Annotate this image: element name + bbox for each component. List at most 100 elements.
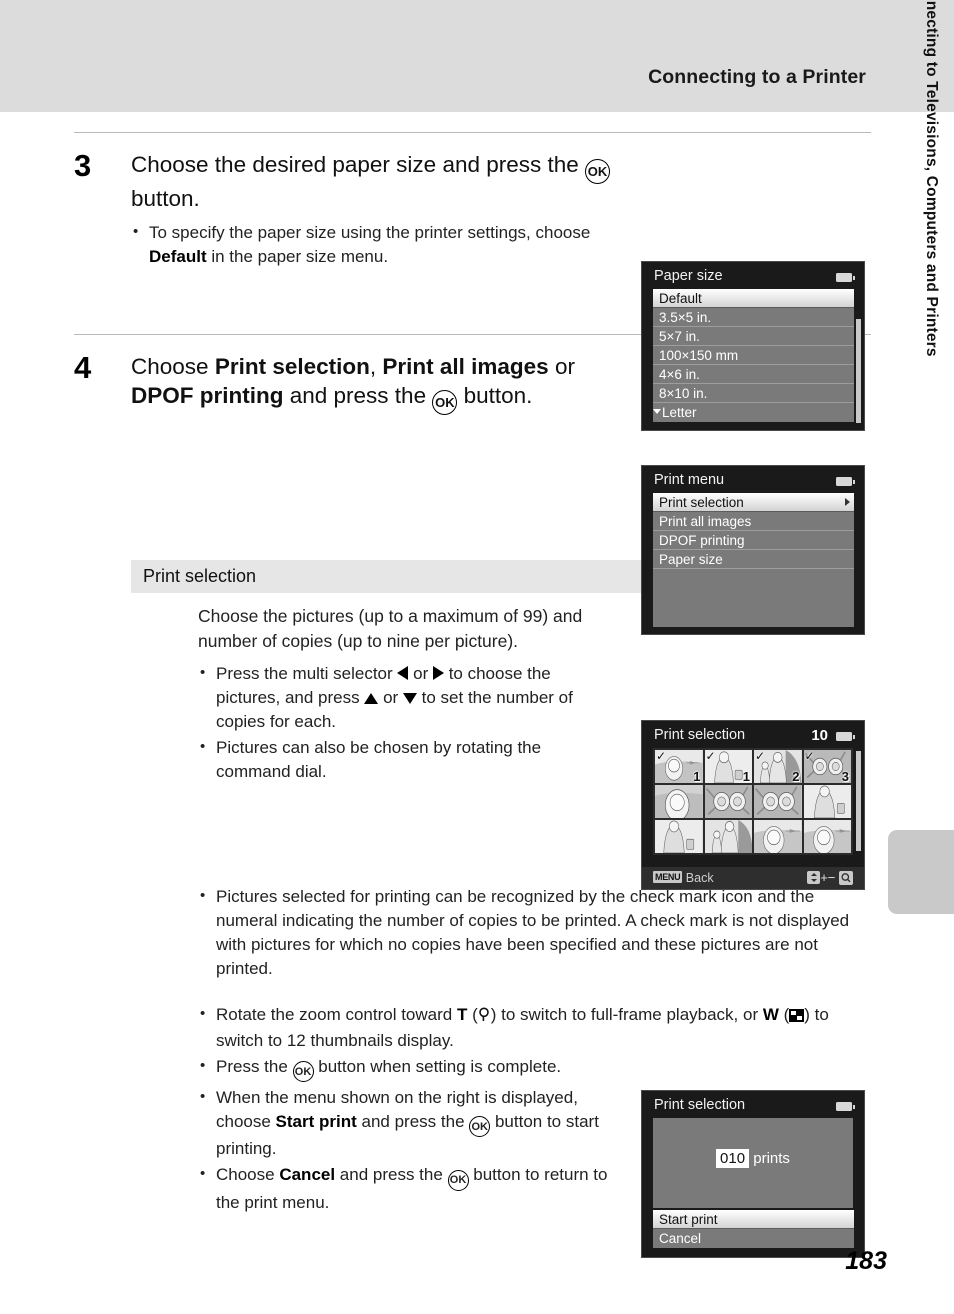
item-label: 4×6 in. — [659, 367, 700, 382]
arrow-up-icon — [364, 693, 379, 704]
wide-label: W — [762, 1005, 779, 1024]
thumbnail-item[interactable] — [704, 785, 752, 818]
plus-sign: + — [820, 870, 828, 885]
step-4-t3: or — [548, 354, 575, 379]
print-menu-item-print-selection[interactable]: Print selection — [653, 493, 854, 512]
b5-post: button when setting is complete. — [313, 1057, 562, 1076]
paper-size-item-100x150[interactable]: 100×150 mm — [653, 346, 854, 365]
step-3-title-post: button. — [131, 185, 200, 211]
item-label: Letter — [662, 405, 697, 420]
thumbnail-item[interactable] — [754, 785, 802, 818]
ok-button-icon: OK — [469, 1116, 491, 1138]
chevron-right-icon — [845, 498, 850, 506]
thumbnail-item[interactable] — [803, 785, 851, 818]
step-4-t5: button. — [457, 383, 533, 408]
b4-pre: Rotate the zoom control toward — [216, 1005, 457, 1024]
print-count-value: 010 — [716, 1149, 750, 1168]
battery-icon — [836, 477, 856, 486]
b7-bold: Cancel — [279, 1165, 336, 1185]
screen-title-text: Paper size — [654, 268, 723, 284]
paper-size-list: Default 3.5×5 in. 5×7 in. 100×150 mm 4×6… — [653, 289, 861, 423]
side-tab-label: Connecting to Televisions, Computers and… — [923, 0, 940, 357]
menu-chip-icon: MENU — [653, 871, 683, 883]
item-label: Print selection — [659, 495, 744, 510]
thumbnail-item[interactable] — [754, 820, 802, 853]
scroll-down-indicator-icon — [653, 409, 661, 414]
side-tab-marker — [888, 830, 954, 914]
start-print-button[interactable]: Start print — [653, 1210, 854, 1229]
section-header-title: Print selection — [143, 566, 257, 586]
checkmark-icon: ✓ — [755, 750, 766, 763]
print-menu-item-paper-size[interactable]: Paper size — [653, 550, 854, 569]
item-label: Cancel — [659, 1231, 702, 1246]
b1-pre: Press the multi selector — [216, 664, 398, 683]
paper-size-item-8x10[interactable]: 8×10 in. — [653, 384, 854, 403]
ok-button-icon: OK — [432, 389, 458, 415]
screen-title-text: Print selection — [654, 727, 746, 743]
magnifier-icon — [478, 1005, 491, 1029]
description-block-3: Rotate the zoom control toward T () to s… — [198, 995, 874, 1084]
arrow-down-icon — [402, 693, 417, 704]
description-bullet-start-print: When the menu shown on the right is disp… — [198, 1085, 618, 1161]
step-4-b3: DPOF printing — [131, 383, 284, 408]
thumbnail-item[interactable] — [803, 820, 851, 853]
thumbnail-item[interactable] — [704, 820, 752, 853]
item-label: 100×150 mm — [659, 348, 739, 363]
battery-icon — [836, 732, 856, 741]
back-label: Back — [685, 871, 714, 885]
thumbnail-item[interactable]: ✓ 2 — [754, 750, 802, 783]
screen-title-text: Print menu — [654, 472, 725, 488]
paper-size-item-4x6[interactable]: 4×6 in. — [653, 365, 854, 384]
copies-controls: +− — [807, 870, 853, 885]
screen-paper-size: Paper size Default 3.5×5 in. 5×7 in. 100… — [641, 261, 865, 431]
item-label: 5×7 in. — [659, 329, 700, 344]
description-block-2: Pictures selected for printing can be re… — [198, 877, 874, 983]
description-block-4: When the menu shown on the right is disp… — [198, 1078, 618, 1217]
step-3-bullet-1-post: in the paper size menu. — [206, 246, 389, 266]
page-header-band: Connecting to a Printer — [0, 0, 954, 112]
thumbnail-item[interactable]: ✓ 3 — [803, 750, 851, 783]
step-4-t2: , — [369, 354, 383, 379]
scrollbar[interactable] — [856, 751, 861, 851]
item-label: DPOF printing — [659, 533, 745, 548]
cancel-button[interactable]: Cancel — [653, 1229, 854, 1248]
back-control[interactable]: MENU Back — [653, 871, 714, 885]
checkmark-icon: ✓ — [656, 750, 667, 763]
ok-button-icon: OK — [447, 1169, 469, 1191]
step-3-bullet-1-bold: Default — [149, 246, 207, 266]
paper-size-item-3x5[interactable]: 3.5×5 in. — [653, 308, 854, 327]
battery-icon — [836, 273, 856, 282]
magnifier-icon — [839, 871, 853, 885]
screen-print-menu: Print menu Print selection Print all ima… — [641, 465, 865, 635]
thumbnail-footer-bar: MENU Back +− — [642, 867, 864, 889]
screen-paper-size-title: Paper size — [642, 262, 864, 289]
description-bullet-cancel: Choose Cancel and press the OK button to… — [198, 1162, 618, 1214]
screen-print-menu-title: Print menu — [642, 466, 864, 493]
thumbnail-item[interactable]: ✓ 1 — [704, 750, 752, 783]
thumbnails-icon — [789, 1009, 805, 1022]
page-number: 183 — [845, 1247, 887, 1275]
thumbnail-item[interactable]: ✓ 1 — [655, 750, 703, 783]
step-3-title-pre: Choose the desired paper size and press … — [131, 152, 586, 177]
thumbnail-item[interactable] — [655, 785, 703, 818]
paper-size-item-5x7[interactable]: 5×7 in. — [653, 327, 854, 346]
step-4-b1: Print selection — [214, 354, 370, 379]
thumbnail-grid: ✓ 1 ✓ 1 ✓ 2 ✓ 3 — [653, 748, 853, 855]
item-label: 3.5×5 in. — [659, 310, 712, 325]
print-menu-item-print-all-images[interactable]: Print all images — [653, 512, 854, 531]
step-3-title: Choose the desired paper size and press … — [131, 150, 614, 213]
paper-size-item-default[interactable]: Default — [653, 289, 854, 308]
print-menu-item-dpof-printing[interactable]: DPOF printing — [653, 531, 854, 550]
paper-size-item-letter[interactable]: Letter — [653, 403, 854, 422]
scrollbar[interactable] — [856, 319, 861, 423]
header-divider-rule — [74, 132, 871, 133]
tele-label: T — [456, 1005, 468, 1024]
copies-count: 2 — [792, 769, 800, 783]
page-content: 3 Choose the desired paper size and pres… — [0, 0, 954, 1314]
print-count-label: prints — [753, 1150, 790, 1167]
b1-mid: or — [408, 664, 433, 683]
description-bullet-zoom-control: Rotate the zoom control toward T () to s… — [198, 1002, 874, 1053]
step-3-bullets: To specify the paper size using the prin… — [131, 220, 614, 269]
thumbnail-item[interactable] — [655, 820, 703, 853]
description-bullet-multiselector: Press the multi selector or to choose th… — [198, 661, 618, 734]
